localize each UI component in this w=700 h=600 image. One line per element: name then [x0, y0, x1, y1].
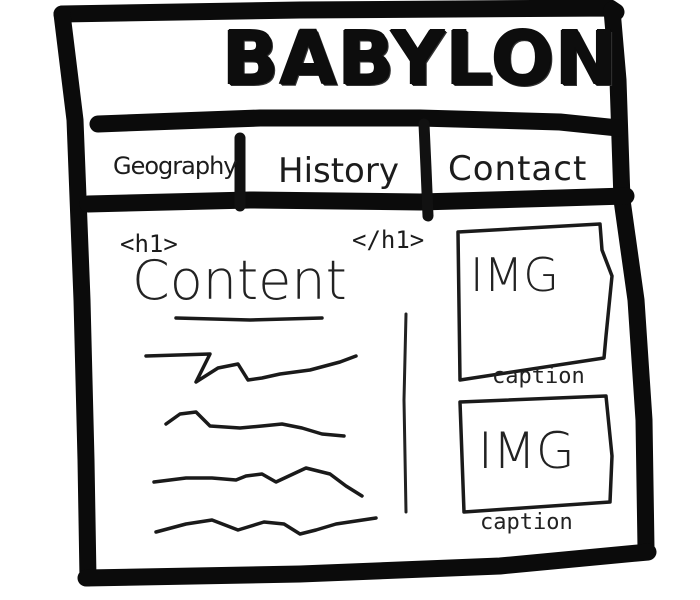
text-scribble-3: [152, 466, 364, 498]
text-scribble-2: [164, 410, 346, 438]
outer-frame-bottom: [77, 543, 657, 587]
text-scribble-4: [154, 516, 378, 536]
heading-underline: [174, 316, 324, 322]
h1-close-tag: </h1>: [352, 226, 425, 254]
content-heading: Content: [132, 249, 347, 312]
image-placeholder-2: IMG: [478, 422, 575, 480]
image-caption-2: caption: [480, 510, 573, 535]
text-scribble-1: [144, 352, 358, 384]
nav-item-geography[interactable]: Geography: [113, 154, 238, 178]
header-divider: [89, 109, 627, 137]
nav-item-history[interactable]: History: [278, 154, 399, 188]
nav-divider: [79, 187, 635, 213]
nav-item-contact[interactable]: Contact: [448, 152, 587, 186]
outer-frame-left: [53, 5, 97, 587]
image-caption-1: caption: [492, 364, 585, 389]
outer-frame-top: [53, 0, 625, 23]
image-placeholder-1: IMG: [470, 248, 559, 302]
nav-separator-2: [418, 118, 434, 222]
site-title: BABYLON: [222, 16, 618, 102]
column-divider: [402, 312, 408, 514]
